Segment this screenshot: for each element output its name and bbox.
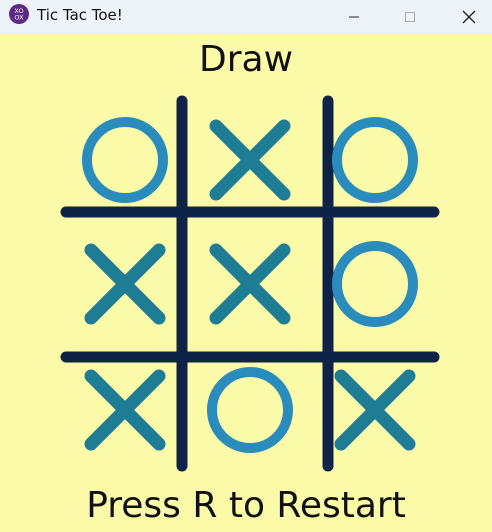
game-window: XO OX Tic Tac Toe! Draw Press R to Resta… [0, 0, 492, 532]
cell-middle-left[interactable] [84, 243, 166, 325]
x-mark [334, 369, 416, 451]
game-board[interactable] [0, 0, 492, 532]
board-marks [82, 117, 418, 453]
cell-top-left[interactable] [82, 117, 168, 203]
o-mark [332, 241, 418, 327]
restart-prompt: Press R to Restart [86, 485, 406, 526]
cell-middle-right[interactable] [332, 241, 418, 327]
cell-top-right[interactable] [332, 117, 418, 203]
o-mark [332, 117, 418, 203]
cell-bottom-right[interactable] [334, 369, 416, 451]
cell-middle-center[interactable] [209, 243, 291, 325]
x-mark [209, 243, 291, 325]
cell-top-center[interactable] [209, 119, 291, 201]
cell-bottom-center[interactable] [207, 367, 293, 453]
o-mark [82, 117, 168, 203]
x-mark [209, 119, 291, 201]
cell-bottom-left[interactable] [84, 369, 166, 451]
x-mark [84, 369, 166, 451]
o-mark [207, 367, 293, 453]
x-mark [84, 243, 166, 325]
